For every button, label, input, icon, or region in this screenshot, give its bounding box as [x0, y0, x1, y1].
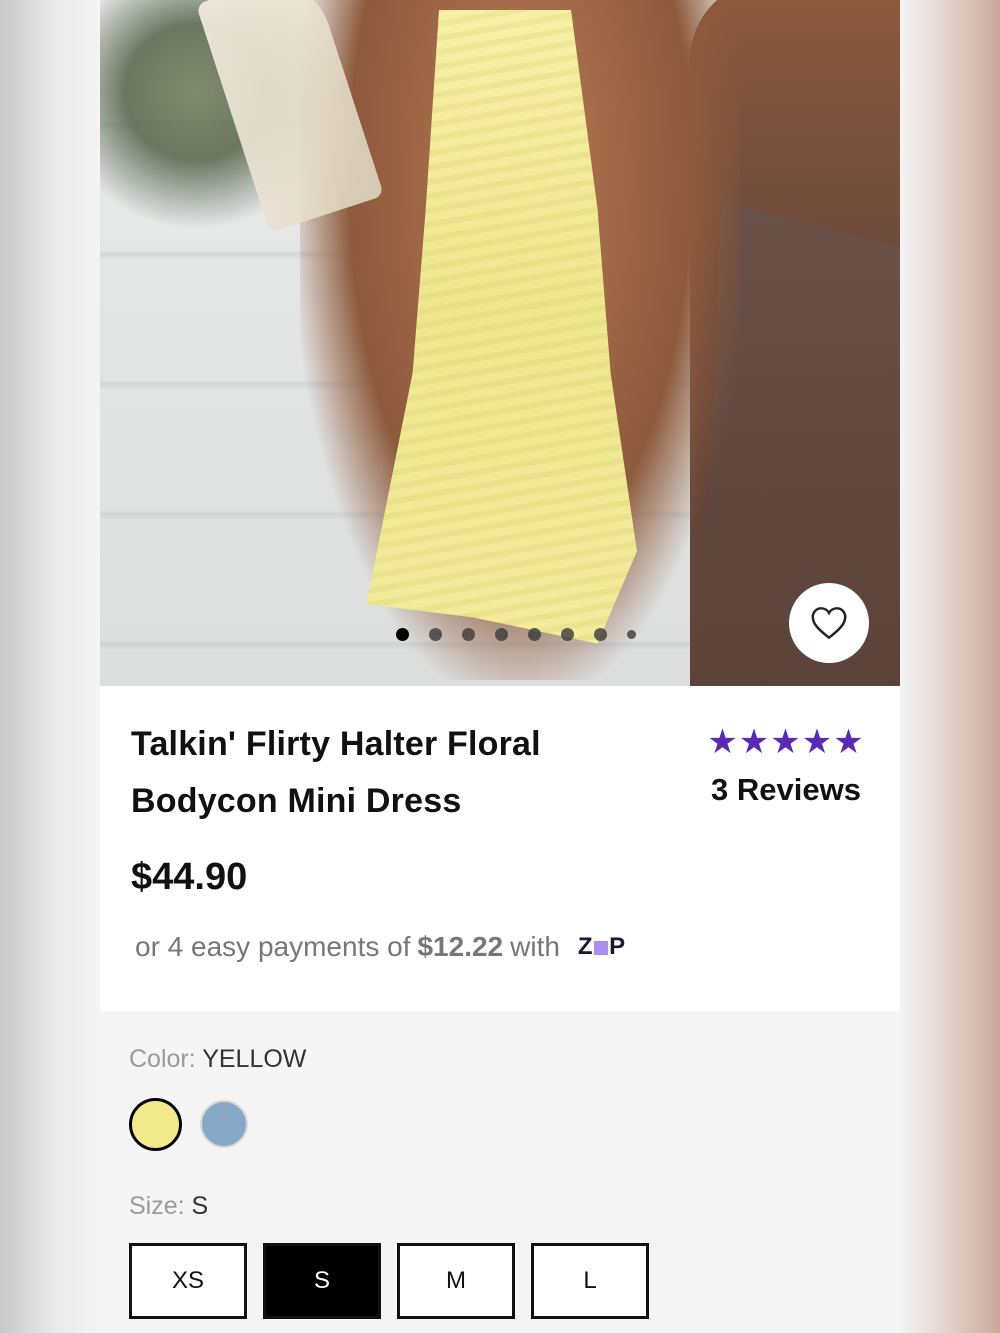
carousel-dot[interactable]	[429, 628, 442, 641]
carousel-dot[interactable]	[495, 628, 508, 641]
carousel-dot[interactable]	[528, 628, 541, 641]
product-options: Color: YELLOW Size: S XS S M L	[100, 1011, 900, 1333]
carousel-dot[interactable]	[462, 628, 475, 641]
reviews-link[interactable]: 3 Reviews	[696, 772, 876, 808]
carousel-dots	[396, 628, 656, 641]
color-label: Color: YELLOW	[129, 1045, 307, 1073]
installment-suffix: with	[510, 931, 560, 962]
size-options: XS S M L	[129, 1243, 649, 1319]
size-option-l[interactable]: L	[531, 1243, 649, 1319]
color-swatch-blue[interactable]	[200, 1100, 248, 1148]
size-label: Size: S	[129, 1192, 209, 1220]
product-price: $44.90	[131, 856, 248, 898]
star-rating-icon: ★★★★★	[707, 723, 865, 761]
size-option-m[interactable]: M	[397, 1243, 515, 1319]
size-option-xs[interactable]: XS	[129, 1243, 247, 1319]
product-title: Talkin' Flirty Halter Floral Bodycon Min…	[131, 725, 541, 820]
installment-amount: $12.22	[417, 931, 504, 962]
product-info: Talkin' Flirty Halter Floral Bodycon Min…	[100, 686, 900, 1011]
zip-logo-icon: ZP	[577, 933, 626, 960]
heart-icon	[811, 607, 847, 640]
installment-prefix: or 4 easy payments of	[135, 931, 411, 962]
color-swatch-yellow[interactable]	[129, 1098, 182, 1151]
selected-size: S	[191, 1192, 209, 1220]
carousel-dot[interactable]	[594, 628, 607, 641]
wishlist-button[interactable]	[789, 583, 869, 663]
carousel-dot[interactable]	[561, 628, 574, 641]
carousel-dot[interactable]	[396, 628, 409, 641]
product-page: Talkin' Flirty Halter Floral Bodycon Min…	[100, 0, 900, 1333]
rating-block[interactable]: ★★★★★ 3 Reviews	[696, 724, 876, 808]
product-image-carousel[interactable]	[100, 0, 900, 686]
size-option-s[interactable]: S	[263, 1243, 381, 1319]
installment-info[interactable]: or 4 easy payments of $12.22 with ZP	[135, 931, 626, 963]
carousel-dot[interactable]	[627, 630, 636, 639]
selected-color: YELLOW	[202, 1045, 307, 1073]
